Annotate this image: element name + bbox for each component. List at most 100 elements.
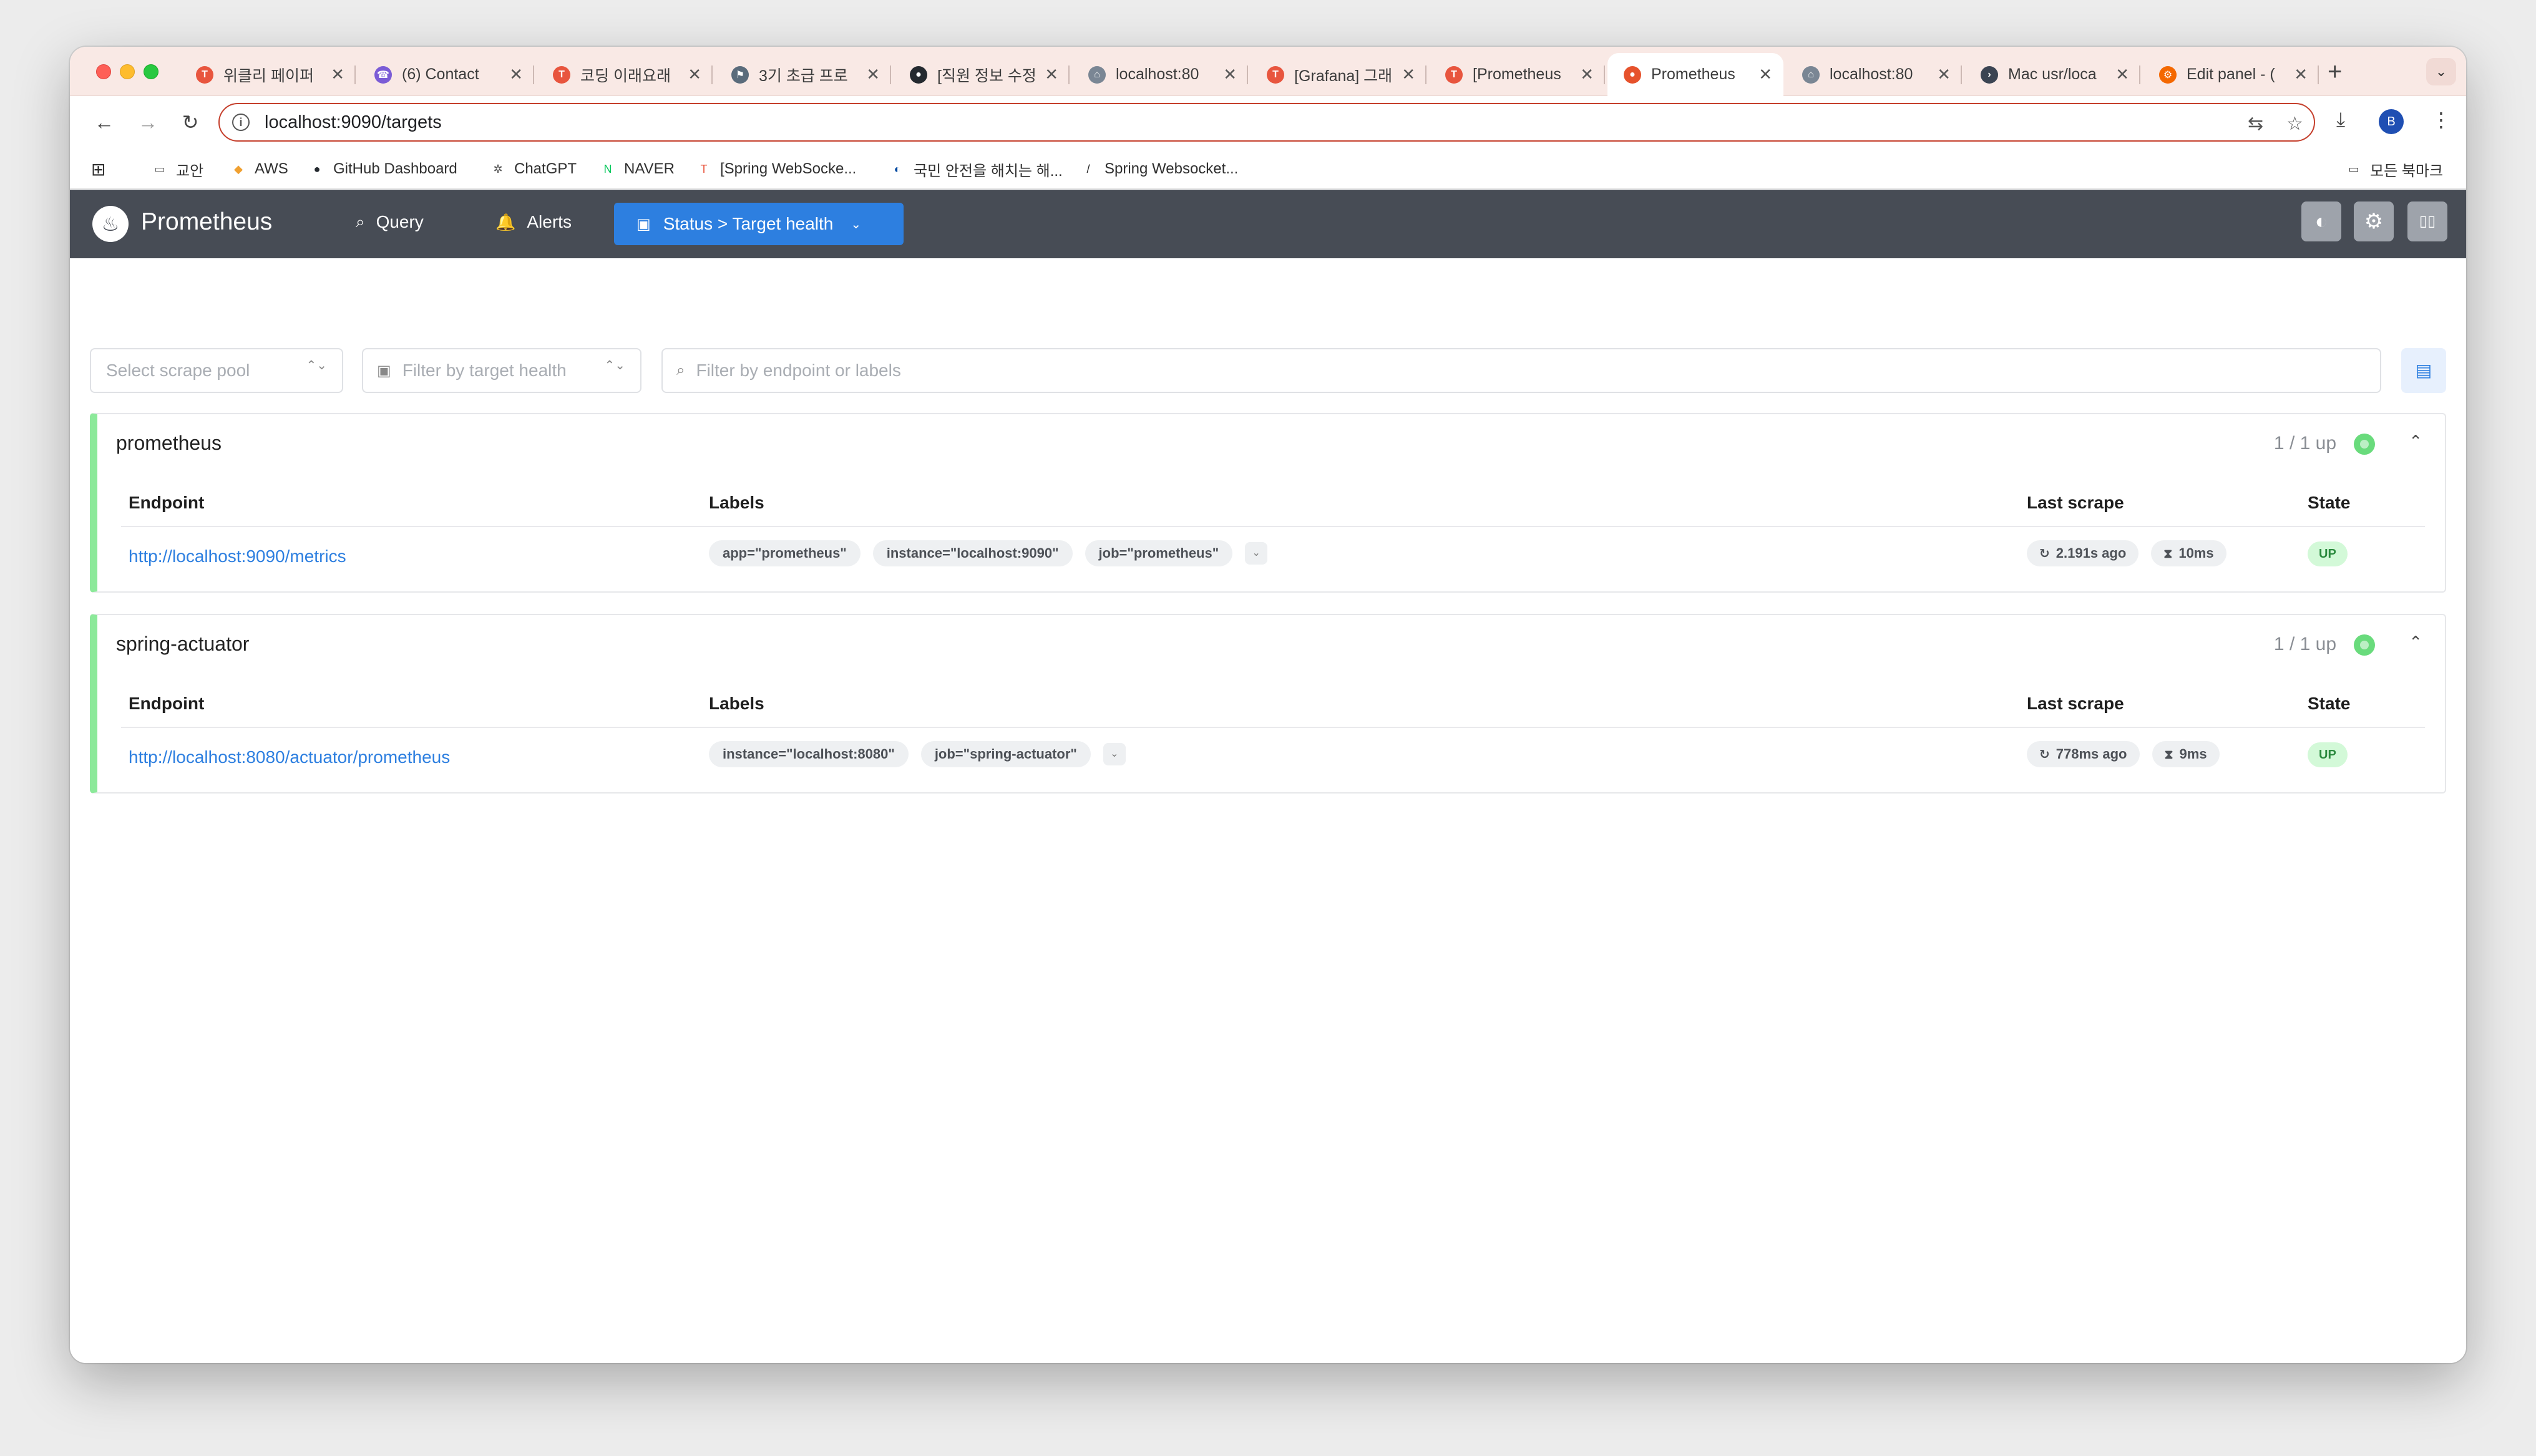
- scrape-pool-select[interactable]: Select scrape pool ⌃⌄: [90, 348, 343, 393]
- health-filter-icon: ▣: [377, 362, 391, 379]
- bookmark-item[interactable]: ✲ ChatGPT: [489, 158, 577, 180]
- header-divider: [121, 526, 2425, 527]
- all-bookmarks[interactable]: ▭ 모든 북마크: [2345, 158, 2443, 180]
- documentation-button[interactable]: ▯▯: [2407, 201, 2447, 241]
- tab-separator: [533, 66, 534, 84]
- close-icon[interactable]: ✕: [1402, 65, 1415, 84]
- brand-title[interactable]: Prometheus: [141, 208, 272, 236]
- tab-separator: [711, 66, 713, 84]
- chevron-down-icon[interactable]: ⌄: [1245, 542, 1268, 565]
- bookmark-item[interactable]: ▭ 교안: [151, 158, 203, 180]
- scrape-pool-card: spring-actuator 1 / 1 up ⌃ Endpoint Labels La…: [90, 614, 2446, 794]
- velog-icon: T: [700, 162, 708, 175]
- prometheus-logo-icon[interactable]: ♨: [92, 206, 129, 242]
- tab-separator: [1068, 66, 1070, 84]
- nav-query-label: Query: [376, 212, 424, 231]
- forward-button[interactable]: →: [132, 107, 163, 138]
- endpoint-filter-placeholder: Filter by endpoint or labels: [696, 361, 901, 380]
- settings-button[interactable]: ⚙: [2354, 201, 2394, 241]
- close-icon[interactable]: ✕: [1758, 65, 1772, 84]
- new-tab-button[interactable]: +: [2328, 59, 2342, 84]
- theme-toggle-button[interactable]: ◐: [2301, 201, 2341, 241]
- browser-tab[interactable]: ● [직원 정보 수정 ✕: [894, 53, 1070, 96]
- browser-tab[interactable]: ⌂ localhost:80 ✕: [1786, 53, 1962, 96]
- browser-tab[interactable]: ☎ (6) Contact ✕: [358, 53, 534, 96]
- bookmark-item[interactable]: T [Spring WebSocke...: [695, 158, 857, 180]
- nav-query[interactable]: ⌕ Query: [356, 212, 424, 232]
- endpoint-link[interactable]: http://localhost:8080/actuator/prometheu…: [129, 747, 450, 767]
- browser-tab[interactable]: T 위클리 페이퍼 ✕: [180, 53, 356, 96]
- all-bookmarks-label: 모든 북마크: [2370, 162, 2444, 180]
- endpoint-link[interactable]: http://localhost:9090/metrics: [129, 546, 346, 566]
- browser-tab[interactable]: ⚑ 3기 초급 프로 ✕: [715, 53, 891, 96]
- endpoint-filter-input[interactable]: ⌕ Filter by endpoint or labels: [661, 348, 2381, 393]
- address-bar[interactable]: i localhost:9090/targets ⇆ ☆: [218, 103, 2315, 142]
- close-icon[interactable]: ✕: [866, 65, 880, 84]
- download-icon[interactable]: ⤓: [2336, 108, 2345, 132]
- tab-title: [직원 정보 수정: [937, 67, 1036, 85]
- last-scrape: ↻ 778ms ago ⧗ 9ms: [2027, 741, 2232, 767]
- tab-title: Edit panel - (: [2187, 66, 2275, 83]
- browser-tab[interactable]: T [Grafana] 그래 ✕: [1251, 53, 1426, 96]
- translate-icon[interactable]: ⇆: [2248, 113, 2263, 135]
- browser-tab[interactable]: ⚙ Edit panel - ( ✕: [2143, 53, 2319, 96]
- browser-window: T 위클리 페이퍼 ✕ ☎ (6) Contact ✕ T 코딩 이래요래 ✕ ⚑ 3기 초급 프로…: [70, 47, 2466, 1363]
- reload-button[interactable]: ↻: [175, 107, 206, 138]
- bookmark-item[interactable]: / Spring Websocket...: [1080, 158, 1238, 180]
- close-icon[interactable]: ✕: [1937, 65, 1951, 84]
- pool-name[interactable]: prometheus: [116, 432, 222, 455]
- bookmark-star-icon[interactable]: ☆: [2286, 113, 2303, 135]
- nav-alerts[interactable]: 🔔 Alerts: [495, 212, 572, 232]
- label-badge: job="prometheus": [1085, 540, 1233, 566]
- browser-tab[interactable]: T 코딩 이래요래 ✕: [537, 53, 713, 96]
- apps-grid-icon[interactable]: ⊞: [91, 158, 105, 180]
- tab-separator: [1604, 66, 1605, 84]
- maximize-window-button[interactable]: [144, 64, 158, 79]
- tab-separator: [890, 66, 891, 84]
- chevron-down-icon[interactable]: ⌄: [1103, 743, 1126, 765]
- nav-alerts-label: Alerts: [527, 212, 572, 231]
- browser-tab[interactable]: ● Prometheus ✕: [1607, 53, 1783, 96]
- bookmark-item[interactable]: ◐ 국민 안전을 해치는 해...: [889, 158, 1063, 180]
- browser-menu-icon[interactable]: ⋮: [2431, 108, 2451, 132]
- minimize-window-button[interactable]: [120, 64, 135, 79]
- nav-status-label: Status > Target health: [663, 214, 834, 233]
- prometheus-navbar: ♨ Prometheus ⌕ Query 🔔 Alerts ▣ Status >…: [70, 190, 2466, 258]
- bookmark-item[interactable]: ◆ AWS: [230, 158, 288, 180]
- close-icon[interactable]: ✕: [2115, 65, 2129, 84]
- browser-tab[interactable]: › Mac usr/loca ✕: [1964, 53, 2140, 96]
- browser-tab[interactable]: ⌂ localhost:80 ✕: [1072, 53, 1248, 96]
- tab-separator: [2139, 66, 2140, 84]
- tab-title: 코딩 이래요래: [580, 67, 671, 85]
- layout-toggle-icon[interactable]: ▤: [2401, 348, 2446, 393]
- close-icon[interactable]: ✕: [509, 65, 523, 84]
- browser-tab[interactable]: T [Prometheus ✕: [1429, 53, 1605, 96]
- close-icon[interactable]: ✕: [1045, 65, 1058, 84]
- target-health-select[interactable]: ▣ Filter by target health ⌃⌄: [362, 348, 641, 393]
- last-scrape-badge: ↻ 2.191s ago: [2027, 540, 2139, 566]
- profile-avatar[interactable]: B: [2379, 109, 2404, 134]
- close-icon[interactable]: ✕: [1223, 65, 1237, 84]
- close-icon[interactable]: ✕: [331, 65, 344, 84]
- velog-icon: T: [553, 66, 570, 84]
- bookmark-item[interactable]: ● GitHub Dashboard: [308, 158, 457, 180]
- back-button[interactable]: ←: [89, 107, 120, 138]
- target-health-placeholder: Filter by target health: [402, 361, 567, 380]
- tab-search-button[interactable]: ⌄: [2426, 58, 2456, 85]
- close-icon[interactable]: ✕: [688, 65, 701, 84]
- grafana-icon: ⚙: [2159, 66, 2177, 84]
- tab-separator: [1425, 66, 1426, 84]
- bookmark-label: NAVER: [624, 160, 675, 177]
- close-window-button[interactable]: [96, 64, 111, 79]
- updown-icon: ⌃⌄: [604, 359, 625, 372]
- scrape-duration-value: 10ms: [2178, 545, 2214, 561]
- folder-icon: ▭: [2348, 162, 2359, 175]
- bookmark-item[interactable]: N NAVER: [599, 158, 675, 180]
- chevron-up-icon[interactable]: ⌃: [2409, 432, 2422, 451]
- site-info-icon[interactable]: i: [232, 114, 250, 131]
- close-icon[interactable]: ✕: [1580, 65, 1594, 84]
- chevron-up-icon[interactable]: ⌃: [2409, 633, 2422, 652]
- close-icon[interactable]: ✕: [2294, 65, 2308, 84]
- pool-name[interactable]: spring-actuator: [116, 633, 249, 656]
- nav-status-dropdown[interactable]: ▣ Status > Target health ⌄: [614, 203, 904, 245]
